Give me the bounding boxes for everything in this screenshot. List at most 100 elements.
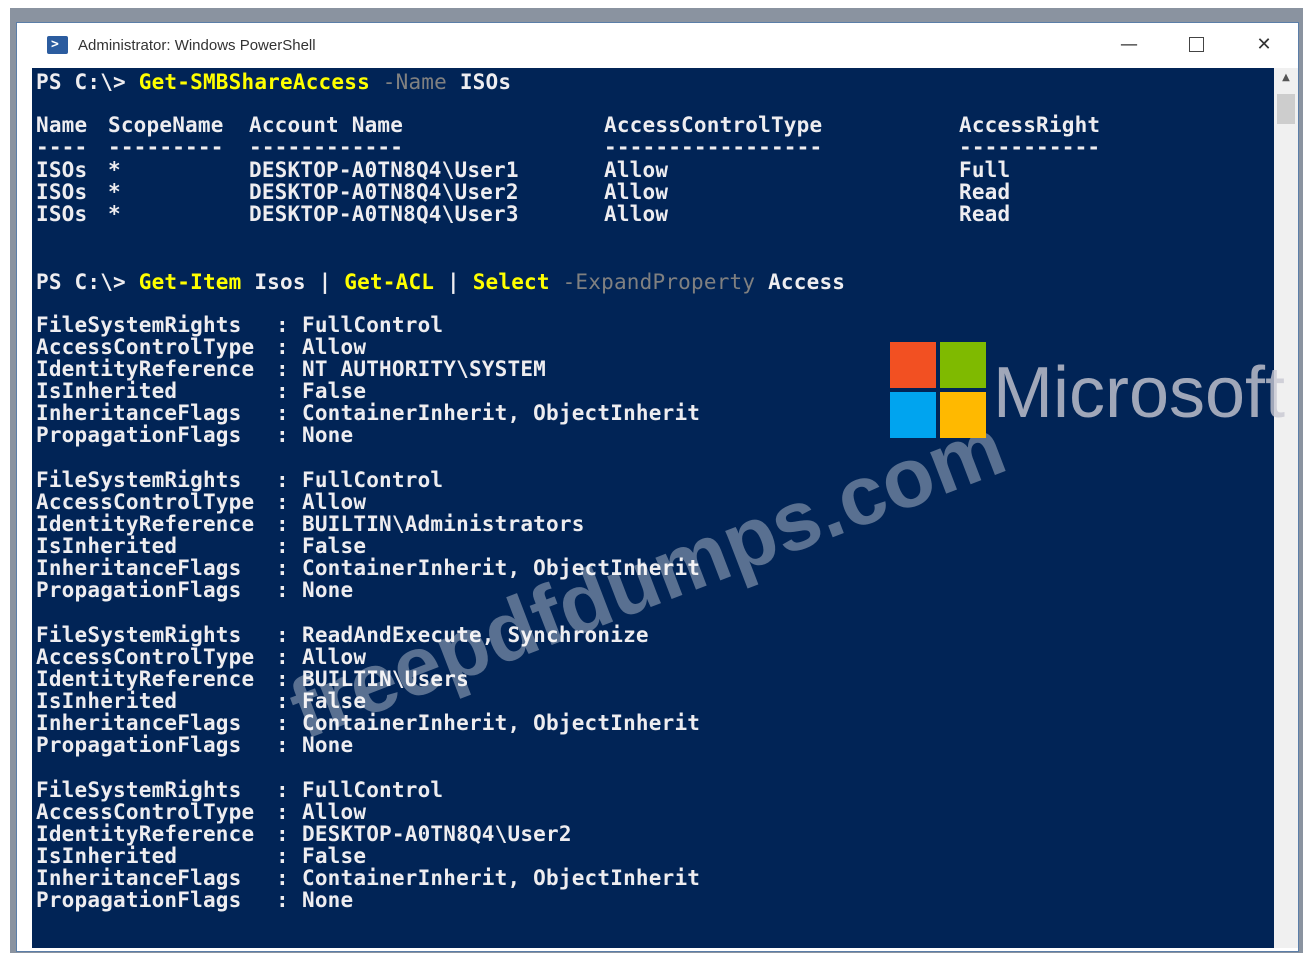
acl-property-row: IsInherited: False bbox=[36, 689, 1236, 713]
acl-separator: : bbox=[276, 423, 289, 447]
pipe: | bbox=[318, 270, 332, 294]
acl-separator: : bbox=[276, 313, 289, 337]
acl-property-label: InheritanceFlags bbox=[36, 866, 242, 890]
table-cell: ---- bbox=[36, 135, 88, 159]
argument: Isos bbox=[254, 270, 306, 294]
acl-separator: : bbox=[276, 800, 289, 824]
acl-property-label: IdentityReference bbox=[36, 822, 255, 846]
acl-property-row: FileSystemRights: FullControl bbox=[36, 468, 1236, 492]
acl-separator: : bbox=[276, 490, 289, 514]
table-cell: Name bbox=[36, 113, 88, 137]
acl-separator: : bbox=[276, 733, 289, 757]
maximize-icon bbox=[1188, 36, 1204, 52]
logo-square-yellow bbox=[940, 392, 986, 438]
bottom-strip bbox=[0, 953, 1310, 961]
acl-property-value: False bbox=[302, 844, 367, 868]
acl-property-label: PropagationFlags bbox=[36, 578, 242, 602]
table-cell: ISOs bbox=[36, 180, 88, 204]
acl-separator: : bbox=[276, 335, 289, 359]
acl-property-row: InheritanceFlags: ContainerInherit, Objec… bbox=[36, 866, 1236, 890]
cmdlet: Select bbox=[472, 270, 550, 294]
argument: ISOs bbox=[459, 70, 512, 94]
acl-property-row: PropagationFlags: None bbox=[36, 733, 1236, 757]
table-cell: * bbox=[108, 158, 121, 182]
command-line-2: PS C:\> Get-Item Isos | Get-ACL | Select… bbox=[36, 270, 845, 294]
acl-property-label: IsInherited bbox=[36, 689, 178, 713]
parameter: -ExpandProperty bbox=[562, 270, 756, 294]
argument: Access bbox=[768, 270, 846, 294]
acl-separator: : bbox=[276, 866, 289, 890]
table-cell: ISOs bbox=[36, 202, 88, 226]
logo-square-green bbox=[940, 342, 986, 388]
table-cell: ----------- bbox=[959, 135, 1101, 159]
table-cell: Allow bbox=[604, 202, 669, 226]
cmdlet: Get-SMBShareAccess bbox=[138, 70, 370, 94]
table-cell: Read bbox=[959, 180, 1011, 204]
table-cell: * bbox=[108, 180, 121, 204]
table-cell: Allow bbox=[604, 158, 669, 182]
acl-property-label: FileSystemRights bbox=[36, 778, 242, 802]
acl-property-label: InheritanceFlags bbox=[36, 711, 242, 735]
scroll-thumb[interactable] bbox=[1277, 94, 1295, 124]
cmdlet: Get-Item bbox=[138, 270, 242, 294]
acl-property-row: FileSystemRights: FullControl bbox=[36, 778, 1236, 802]
close-button[interactable]: ✕ bbox=[1241, 27, 1287, 61]
acl-property-row: AccessControlType: Allow bbox=[36, 490, 1236, 514]
acl-property-value: FullControl bbox=[302, 468, 444, 492]
cmdlet: Get-ACL bbox=[344, 270, 435, 294]
acl-property-label: IdentityReference bbox=[36, 357, 255, 381]
table-row: ISOs * DESKTOP-A0TN8Q4\User1 Allow Full bbox=[36, 158, 1236, 182]
table-cell: AccessRight bbox=[959, 113, 1101, 137]
table-cell: Account Name bbox=[249, 113, 404, 137]
table-cell: ------------ bbox=[249, 135, 404, 159]
acl-separator: : bbox=[276, 578, 289, 602]
prompt: PS C:\> bbox=[36, 270, 139, 294]
acl-property-value: None bbox=[302, 888, 354, 912]
command-line-1: PS C:\> Get-SMBShareAccess -Name ISOs bbox=[36, 70, 511, 94]
minimize-button[interactable]: — bbox=[1106, 27, 1152, 61]
window-title: Administrator: Windows PowerShell bbox=[78, 37, 316, 54]
acl-property-label: PropagationFlags bbox=[36, 423, 242, 447]
acl-separator: : bbox=[276, 711, 289, 735]
table-cell: Allow bbox=[604, 180, 669, 204]
acl-property-row: IsInherited: False bbox=[36, 844, 1236, 868]
acl-property-label: AccessControlType bbox=[36, 335, 255, 359]
acl-property-label: FileSystemRights bbox=[36, 468, 242, 492]
acl-property-label: AccessControlType bbox=[36, 645, 255, 669]
acl-separator: : bbox=[276, 822, 289, 846]
acl-property-value: DESKTOP-A0TN8Q4\User2 bbox=[302, 822, 572, 846]
acl-property-label: FileSystemRights bbox=[36, 313, 242, 337]
logo-square-red bbox=[890, 342, 936, 388]
acl-separator: : bbox=[276, 844, 289, 868]
acl-property-label: AccessControlType bbox=[36, 490, 255, 514]
acl-property-label: InheritanceFlags bbox=[36, 556, 242, 580]
table-cell: --------- bbox=[108, 135, 224, 159]
parameter: -Name bbox=[382, 70, 447, 94]
scroll-up-icon[interactable]: ▲ bbox=[1274, 72, 1298, 83]
acl-property-row: AccessControlType: Allow bbox=[36, 645, 1236, 669]
console-output[interactable]: PS C:\> Get-SMBShareAccess -Name ISOs Na… bbox=[32, 68, 1274, 948]
acl-separator: : bbox=[276, 778, 289, 802]
acl-property-label: IsInherited bbox=[36, 534, 178, 558]
acl-property-value: False bbox=[302, 534, 367, 558]
acl-separator: : bbox=[276, 379, 289, 403]
vertical-scrollbar[interactable]: ▲ bbox=[1274, 68, 1298, 948]
table-cell: ScopeName bbox=[108, 113, 224, 137]
acl-separator: : bbox=[276, 401, 289, 425]
table-cell: DESKTOP-A0TN8Q4\User1 bbox=[249, 158, 519, 182]
acl-property-value: None bbox=[302, 578, 354, 602]
title-bar[interactable]: > Administrator: Windows PowerShell — ✕ bbox=[17, 23, 1298, 68]
acl-property-row: PropagationFlags: None bbox=[36, 888, 1236, 912]
table-cell: ISOs bbox=[36, 158, 88, 182]
acl-property-value: NT AUTHORITY\SYSTEM bbox=[302, 357, 547, 381]
acl-property-value: FullControl bbox=[302, 313, 444, 337]
acl-property-label: IsInherited bbox=[36, 844, 178, 868]
maximize-button[interactable] bbox=[1173, 27, 1219, 61]
acl-property-row: InheritanceFlags: ContainerInherit, Objec… bbox=[36, 711, 1236, 735]
acl-property-label: InheritanceFlags bbox=[36, 401, 242, 425]
acl-property-row: IdentityReference: BUILTIN\Users bbox=[36, 667, 1236, 691]
acl-property-label: PropagationFlags bbox=[36, 888, 242, 912]
prompt: PS C:\> bbox=[36, 70, 139, 94]
acl-property-row: AccessControlType: Allow bbox=[36, 800, 1236, 824]
acl-separator: : bbox=[276, 357, 289, 381]
